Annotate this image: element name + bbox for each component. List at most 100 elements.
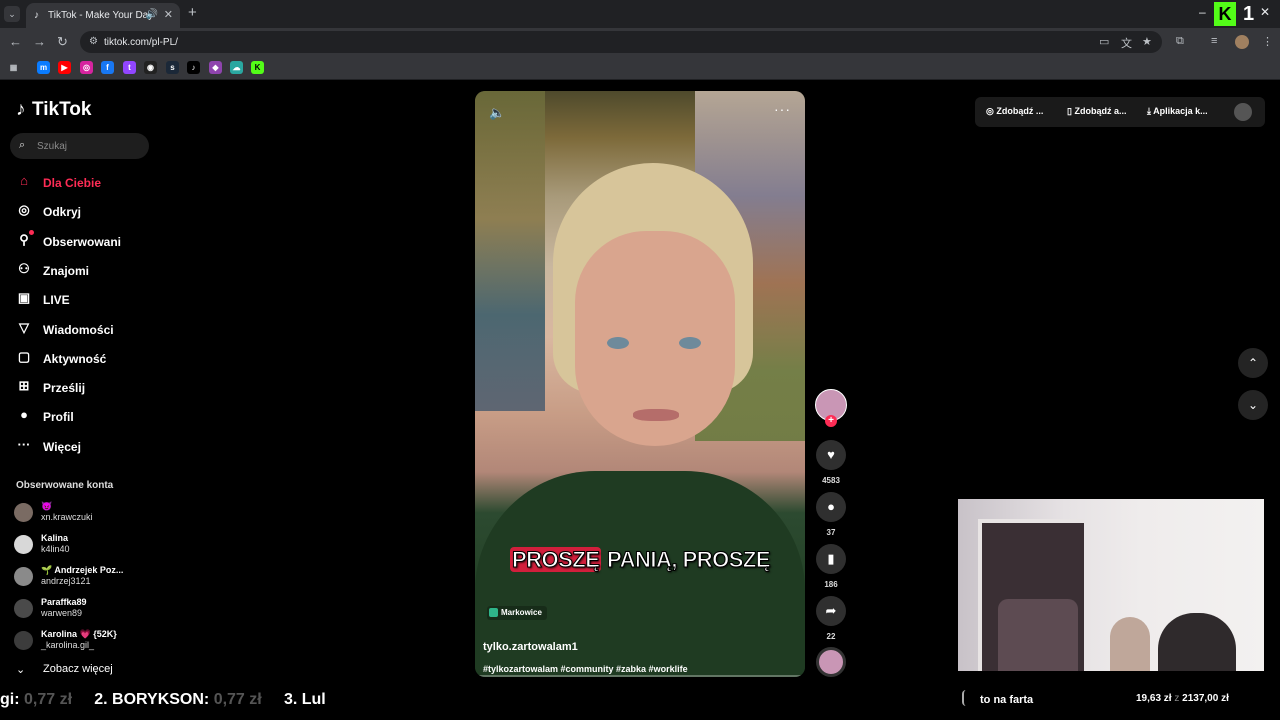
donation-ticker: gi: 0,77 zł 2. BORYKSON: 0,77 zł 3. Lul bbox=[0, 691, 326, 709]
location-name: Markowice bbox=[501, 608, 542, 617]
extensions-icon[interactable]: ⧉ bbox=[1176, 35, 1184, 48]
follow-plus-icon[interactable]: + bbox=[825, 415, 837, 427]
apps-grid-icon[interactable]: ▦ bbox=[7, 61, 20, 74]
bookmark-icon[interactable]: ☁ bbox=[230, 61, 243, 74]
tiktok-icon[interactable]: ♪ bbox=[187, 61, 200, 74]
kick-icon[interactable]: K bbox=[251, 61, 264, 74]
share-count: 22 bbox=[826, 632, 836, 641]
minimize-button[interactable]: – bbox=[1199, 5, 1206, 19]
following-account[interactable]: 😈 xn.krawczuki bbox=[14, 501, 154, 527]
cast-icon[interactable]: ▭ bbox=[1099, 35, 1109, 48]
back-button[interactable]: ← bbox=[9, 34, 22, 49]
see-more-label: Zobacz więcej bbox=[43, 663, 113, 675]
following-account[interactable]: 🌱 Andrzejek Poz... andrzej3121 bbox=[14, 565, 154, 591]
facebook-icon[interactable]: f bbox=[101, 61, 114, 74]
new-tab-button[interactable]: + bbox=[188, 4, 197, 21]
location-tag[interactable]: Markowice bbox=[487, 606, 547, 620]
bookmark-icon[interactable]: ◆ bbox=[209, 61, 222, 74]
goal-target: 2137,00 zł bbox=[1182, 693, 1229, 704]
site-info-icon[interactable]: ⚙ bbox=[89, 36, 98, 47]
profile-avatar[interactable] bbox=[1235, 35, 1249, 49]
user-avatar[interactable] bbox=[1234, 103, 1252, 121]
sound-disc[interactable] bbox=[816, 647, 846, 677]
get-coins-button[interactable]: ◎ Zdobądź ... bbox=[986, 106, 1043, 117]
ticker-name: 3. Lul bbox=[283, 691, 326, 708]
live-icon: ▣ bbox=[17, 290, 31, 305]
tiktok-favicon-icon: ♪ bbox=[34, 10, 39, 21]
account-name: Karolina 💗 {52K} bbox=[41, 629, 117, 639]
following-account[interactable]: Karolina 💗 {52K} _karolina.gil_ bbox=[14, 629, 154, 655]
avatar bbox=[14, 535, 33, 554]
ticker-amount: 0,77 zł bbox=[213, 691, 262, 708]
one-logo-icon: 1 bbox=[1243, 3, 1255, 25]
audio-playing-icon[interactable]: 🔊 bbox=[146, 9, 158, 20]
browser-tab[interactable]: ♪ TikTok - Make Your Day 🔊 ✕ bbox=[26, 3, 180, 28]
close-window-button[interactable]: ✕ bbox=[1260, 5, 1270, 19]
video-frame-background bbox=[475, 91, 545, 411]
avatar bbox=[14, 567, 33, 586]
search-input[interactable]: ⌕ Szukaj bbox=[10, 133, 149, 159]
more-options-icon[interactable]: ··· bbox=[774, 101, 791, 117]
tiktok-page: ♪ TikTok ⌕ Szukaj ⌂ Dla Ciebie ◎ Odkryj ⚲… bbox=[0, 81, 1280, 720]
webcam-background bbox=[998, 599, 1078, 671]
forward-button[interactable]: → bbox=[33, 34, 46, 49]
bookmark-icon[interactable]: ◉ bbox=[144, 61, 157, 74]
get-app-button[interactable]: ▯ Zdobądź a... bbox=[1067, 106, 1126, 117]
comment-button[interactable]: ● bbox=[816, 492, 846, 522]
bookmark-icon: ▮ bbox=[827, 551, 835, 566]
top-right-actions: ◎ Zdobądź ... ▯ Zdobądź a... ⤓ Aplikacja… bbox=[975, 97, 1265, 127]
translate-icon[interactable]: 文 bbox=[1121, 35, 1132, 51]
bookmark-star-icon[interactable]: ★ bbox=[1142, 35, 1152, 48]
ticker-name: 2. BORYKSON: bbox=[94, 691, 214, 708]
instagram-icon[interactable]: ◎ bbox=[80, 61, 93, 74]
volume-icon[interactable]: 🔈 bbox=[489, 105, 505, 121]
more-icon: ··· bbox=[17, 437, 31, 452]
bookmarks-bar: ▦ m ▶ ◎ f t ◉ s ♪ ◆ ☁ K bbox=[0, 56, 1280, 80]
search-icon: ⌕ bbox=[19, 139, 26, 151]
reload-button[interactable]: ↻ bbox=[57, 34, 68, 50]
avatar bbox=[14, 503, 33, 522]
media-control-icon[interactable]: ≡ bbox=[1211, 35, 1217, 47]
video-hashtags[interactable]: #tylkozartowalam #community #zabka #work… bbox=[483, 664, 688, 674]
nav-label: Dla Ciebie bbox=[43, 176, 102, 190]
next-video-button[interactable]: ⌄ bbox=[1238, 390, 1268, 420]
see-more-button[interactable]: ⌄ Zobacz więcej bbox=[16, 663, 113, 676]
steam-icon[interactable]: s bbox=[166, 61, 179, 74]
caption-highlight: PROSZĘ bbox=[509, 547, 602, 573]
video-frame-detail bbox=[633, 409, 679, 421]
share-arrow-icon: ➦ bbox=[825, 603, 837, 618]
twitch-icon[interactable]: t bbox=[123, 61, 136, 74]
pc-app-button[interactable]: ⤓ Aplikacja k... bbox=[1147, 106, 1208, 117]
menu-icon[interactable]: ⋮ bbox=[1262, 35, 1273, 48]
goal-label: to na farta bbox=[980, 694, 1034, 706]
nav-label: Więcej bbox=[43, 440, 81, 454]
like-button[interactable]: ♥ bbox=[816, 440, 846, 470]
following-account[interactable]: Paraffka89 warwen89 bbox=[14, 597, 154, 623]
account-handle: xn.krawczuki bbox=[41, 512, 93, 522]
video-progress-bar[interactable] bbox=[475, 675, 805, 677]
nav-label: LIVE bbox=[43, 293, 70, 307]
previous-video-button[interactable]: ⌃ bbox=[1238, 348, 1268, 378]
tab-close-icon[interactable]: ✕ bbox=[164, 8, 173, 21]
video-author[interactable]: tylko.zartowalam1 bbox=[483, 641, 578, 653]
account-handle: _karolina.gil_ bbox=[41, 640, 95, 650]
youtube-icon[interactable]: ▶ bbox=[58, 61, 71, 74]
webcam-subject bbox=[1158, 613, 1236, 671]
kick-logo-icon: K bbox=[1214, 2, 1236, 26]
following-account[interactable]: Kalina k4lin40 bbox=[14, 533, 154, 559]
address-bar[interactable]: ⚙ tiktok.com/pl-PL/ bbox=[80, 31, 1162, 53]
tab-list-button[interactable]: ⌄ bbox=[4, 6, 20, 22]
share-button[interactable]: ➦ bbox=[816, 596, 846, 626]
tiktok-logo[interactable]: ♪ TikTok bbox=[16, 99, 91, 121]
chevron-down-icon: ⌄ bbox=[1247, 398, 1259, 412]
nav-label: Znajomi bbox=[43, 264, 90, 278]
logo-text: TikTok bbox=[32, 99, 92, 120]
video-player[interactable]: 🔈 ··· PROSZĘ PANIĄ, PROSZĘ Markowice tyl… bbox=[475, 91, 805, 677]
chevron-down-icon: ⌄ bbox=[16, 664, 26, 676]
search-placeholder: Szukaj bbox=[37, 141, 68, 152]
video-frame-subject bbox=[575, 231, 735, 446]
save-button[interactable]: ▮ bbox=[816, 544, 846, 574]
messenger-icon[interactable]: m bbox=[37, 61, 50, 74]
video-frame-detail bbox=[679, 337, 701, 349]
following-accounts-title: Obserwowane konta bbox=[16, 480, 114, 491]
